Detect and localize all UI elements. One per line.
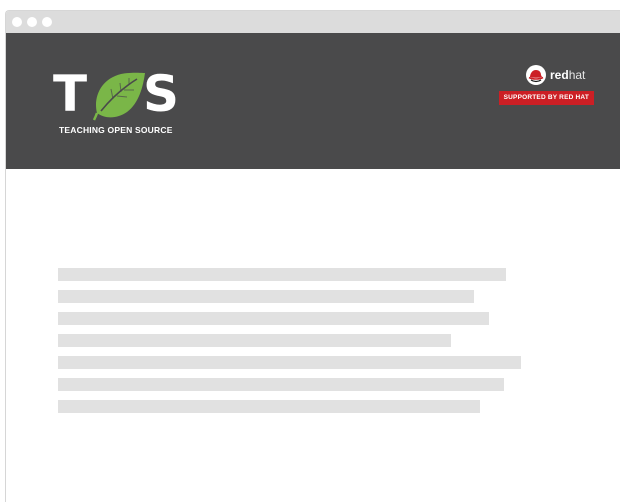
text-placeholder-line <box>58 290 474 303</box>
window-dot-maximize[interactable] <box>42 17 52 27</box>
redhat-wordmark: redhat <box>550 68 585 82</box>
redhat-logo-icon <box>526 65 546 85</box>
text-placeholder-line <box>58 334 451 347</box>
sponsor-badge: SUPPORTED BY RED HAT <box>498 91 594 105</box>
text-placeholder-line <box>58 400 480 413</box>
browser-window: T S TEACHING OPEN SOURCE redhat SUPPORTE… <box>5 10 620 502</box>
site-header: T S TEACHING OPEN SOURCE redhat SUPPORTE… <box>6 33 620 169</box>
text-placeholder-line <box>58 312 489 325</box>
tos-logo[interactable]: T S TEACHING OPEN SOURCE <box>53 69 193 139</box>
text-placeholder-line <box>58 378 504 391</box>
logo-letter-s: S <box>143 65 179 123</box>
redhat-sponsor[interactable]: redhat SUPPORTED BY RED HAT <box>498 65 594 113</box>
logo-letter-t: T <box>53 65 87 123</box>
leaf-icon <box>92 72 145 121</box>
window-titlebar <box>6 11 620 33</box>
window-dot-close[interactable] <box>12 17 22 27</box>
window-dot-minimize[interactable] <box>27 17 37 27</box>
redhat-word-hat: hat <box>568 68 586 82</box>
redhat-word-red: red <box>550 68 569 82</box>
text-placeholder-line <box>58 356 521 369</box>
logo-tagline: TEACHING OPEN SOURCE <box>59 125 173 135</box>
text-placeholder-line <box>58 268 506 281</box>
